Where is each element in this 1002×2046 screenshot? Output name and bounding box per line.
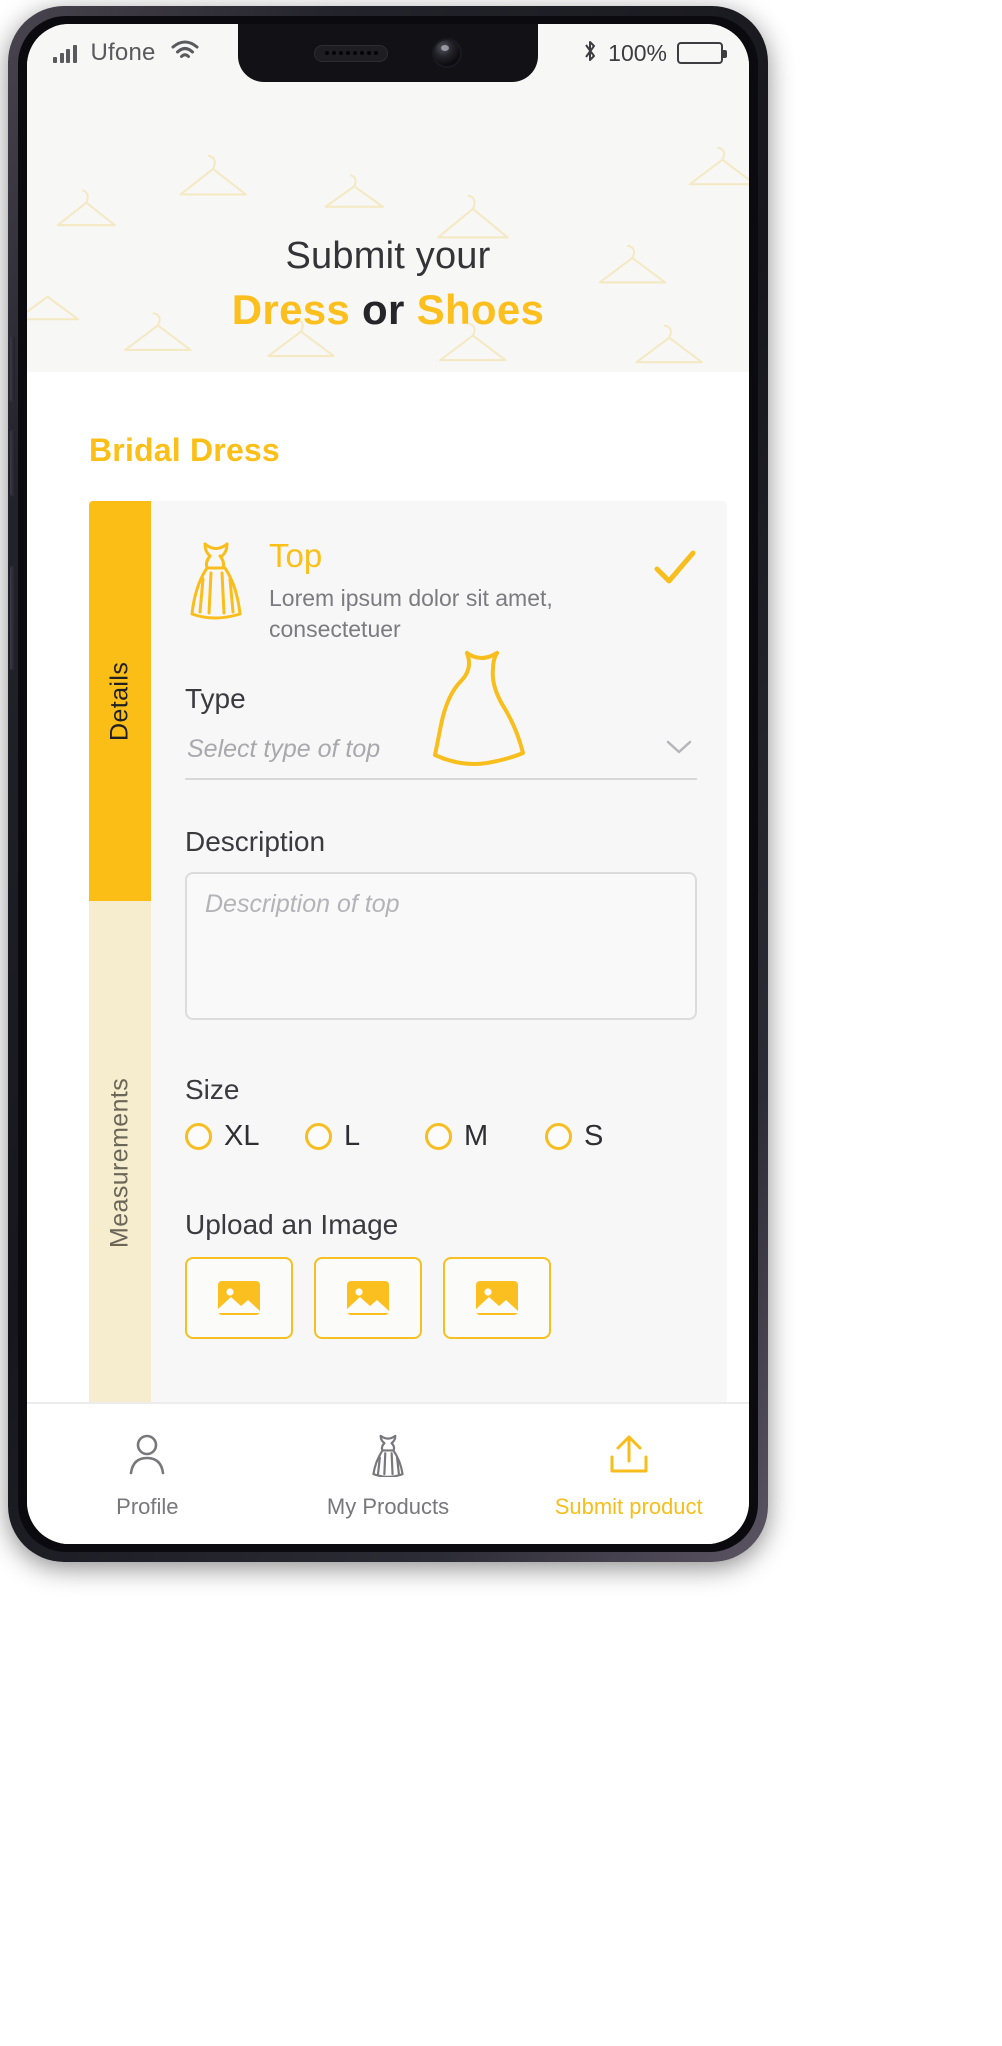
size-option-l[interactable]: L — [305, 1120, 425, 1153]
person-icon — [127, 1433, 167, 1482]
tab-rail: Details Measurements — [89, 501, 151, 1425]
type-select-placeholder: Select type of top — [187, 735, 381, 764]
upload-slots — [185, 1257, 697, 1340]
radio-icon[interactable] — [545, 1123, 572, 1151]
power-button[interactable] — [10, 566, 15, 670]
tab-measurements-label: Measurements — [105, 1077, 134, 1249]
volume-down-button[interactable] — [10, 430, 15, 496]
phone-frame: Ufone 100% Submit your Dress or Shoes Br… — [8, 6, 768, 1562]
image-placeholder-icon — [347, 1281, 389, 1316]
size-option-label: L — [344, 1120, 361, 1153]
bluetooth-icon — [582, 39, 598, 68]
description-textarea[interactable]: Description of top — [185, 872, 697, 1021]
header-title-line2: Dress or Shoes — [232, 286, 544, 334]
upload-label: Upload an Image — [185, 1209, 399, 1241]
header-or-word: or — [362, 286, 405, 333]
volume-up-button[interactable] — [10, 336, 15, 402]
size-option-label: XL — [224, 1120, 260, 1153]
header-dress-word: Dress — [231, 286, 351, 333]
size-option-label: M — [464, 1120, 489, 1153]
tab-measurements[interactable]: Measurements — [89, 901, 151, 1425]
earpiece-speaker-icon — [314, 44, 388, 62]
description-placeholder: Description of top — [205, 890, 400, 919]
card-title: Top — [269, 537, 323, 574]
battery-full-icon — [677, 42, 727, 64]
status-bar-right: 100% — [582, 39, 727, 68]
signal-bars-icon — [53, 43, 77, 63]
card-subtitle: Lorem ipsum dolor sit amet, consectetuer — [269, 585, 553, 643]
nav-label: My Products — [326, 1493, 450, 1519]
chevron-down-icon — [665, 739, 693, 760]
phone-screen: Ufone 100% Submit your Dress or Shoes Br… — [27, 24, 749, 1544]
image-placeholder-icon — [476, 1281, 518, 1316]
status-bar-left: Ufone — [53, 39, 200, 68]
notch — [238, 24, 538, 82]
size-option-m[interactable]: M — [425, 1120, 545, 1153]
phone-bezel: Ufone 100% Submit your Dress or Shoes Br… — [18, 16, 758, 1552]
upload-icon — [606, 1433, 652, 1482]
size-label: Size — [185, 1074, 240, 1106]
card-header: Top Lorem ipsum dolor sit amet, consecte… — [185, 535, 697, 645]
size-option-s[interactable]: S — [545, 1120, 665, 1153]
card-body: Top Lorem ipsum dolor sit amet, consecte… — [151, 501, 727, 1425]
tab-details[interactable]: Details — [89, 501, 151, 901]
dress-icon — [185, 539, 247, 628]
nav-item-submit-product[interactable]: Submit product — [508, 1429, 749, 1520]
type-label: Type — [185, 683, 246, 715]
radio-icon[interactable] — [185, 1123, 212, 1151]
type-select[interactable]: Select type of top — [185, 729, 697, 781]
upload-slot-1[interactable] — [185, 1257, 293, 1340]
size-options: XL L M S — [185, 1120, 697, 1153]
form-area: Type Select type of top Description Desc… — [185, 683, 697, 1340]
dress-icon — [368, 1433, 408, 1482]
size-option-label: S — [584, 1120, 604, 1153]
size-option-xl[interactable]: XL — [185, 1120, 305, 1153]
nav-item-profile[interactable]: Profile — [27, 1429, 268, 1520]
product-card: Details Measurements Top Lorem ipsum dol… — [89, 501, 727, 1425]
front-camera-icon — [432, 38, 462, 68]
nav-label: Profile — [116, 1493, 179, 1519]
wifi-icon — [170, 39, 200, 68]
upload-slot-3[interactable] — [443, 1257, 551, 1340]
upload-slot-2[interactable] — [314, 1257, 422, 1340]
nav-item-my-products[interactable]: My Products — [268, 1429, 509, 1520]
radio-icon[interactable] — [305, 1123, 332, 1151]
image-placeholder-icon — [218, 1281, 260, 1316]
tab-details-label: Details — [105, 661, 134, 741]
page-title: Bridal Dress — [89, 432, 280, 468]
header-banner: Submit your Dress or Shoes — [27, 82, 749, 372]
card-header-text: Top Lorem ipsum dolor sit amet, consecte… — [269, 535, 631, 645]
description-label: Description — [185, 826, 326, 858]
radio-icon[interactable] — [425, 1123, 452, 1151]
nav-label: Submit product — [554, 1493, 703, 1519]
check-icon — [653, 549, 697, 594]
bottom-navigation: Profile My Products Submit product — [27, 1402, 749, 1544]
battery-percent-label: 100% — [608, 39, 667, 66]
main-content: Bridal Dress Details Measurements Top Lo… — [27, 372, 749, 1478]
header-shoes-word: Shoes — [416, 286, 545, 333]
carrier-label: Ufone — [90, 39, 156, 66]
header-title-line1: Submit your — [285, 235, 491, 277]
